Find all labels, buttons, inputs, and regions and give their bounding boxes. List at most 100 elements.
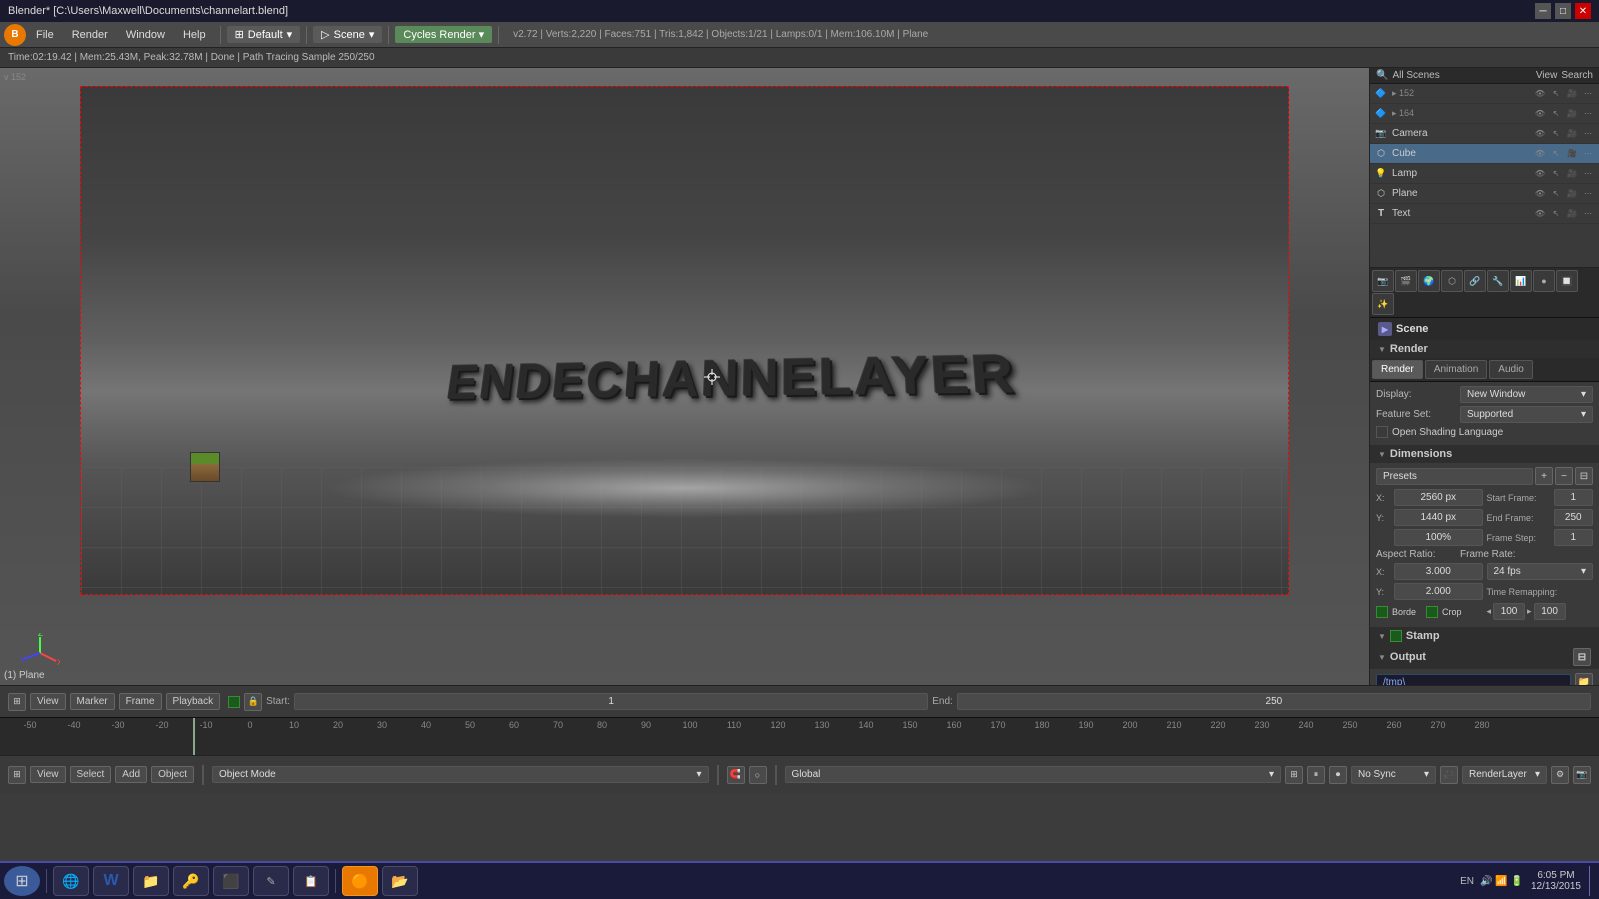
menu-window[interactable]: Window (118, 27, 173, 43)
vis-cursor[interactable]: ↖ (1549, 87, 1563, 101)
tab-world[interactable]: 🌍 (1418, 270, 1440, 292)
sync-dropdown[interactable]: No Sync ▾ (1351, 766, 1436, 784)
presets-remove-btn[interactable]: − (1555, 467, 1573, 485)
timeline-start[interactable]: 1 (294, 693, 928, 710)
layer-btn[interactable]: ⊞ (1285, 766, 1303, 784)
crop-checkbox[interactable] (1426, 606, 1438, 618)
vis-eye[interactable]: 👁 (1533, 147, 1547, 161)
res-percent-value[interactable]: 100% (1394, 529, 1483, 546)
outliner-item-text[interactable]: T Text 👁 ↖ 🎥 ⋯ (1370, 204, 1599, 224)
menu-render[interactable]: Render (64, 27, 116, 43)
borde-checkbox[interactable] (1376, 606, 1388, 618)
presets-add-btn[interactable]: + (1535, 467, 1553, 485)
taskbar-app5[interactable]: ⬛ (213, 866, 249, 896)
bottom-toggle-btn[interactable]: ⊞ (8, 766, 26, 784)
proportional-btn[interactable]: ○ (749, 766, 767, 784)
menu-file[interactable]: File (28, 27, 62, 43)
vis-eye[interactable]: 👁 (1533, 167, 1547, 181)
select-label[interactable]: Select (70, 766, 112, 783)
vis-more[interactable]: ⋯ (1581, 107, 1595, 121)
start-frame-value[interactable]: 1 (1554, 489, 1594, 506)
vis-eye[interactable]: 👁 (1533, 107, 1547, 121)
outliner-item-152[interactable]: 🔷 ▸ 152 👁 ↖ 🎥 ⋯ (1370, 84, 1599, 104)
vis-cursor[interactable]: ↖ (1549, 147, 1563, 161)
extra-btn[interactable]: ⚙ (1551, 766, 1569, 784)
tab-data[interactable]: 📊 (1510, 270, 1532, 292)
camera-view-btn[interactable]: 📷 (1573, 766, 1591, 784)
vis-render[interactable]: 🎥 (1565, 127, 1579, 141)
vis-cursor[interactable]: ↖ (1549, 107, 1563, 121)
tab-material[interactable]: ● (1533, 270, 1555, 292)
vis-render[interactable]: 🎥 (1565, 87, 1579, 101)
frame-step-value[interactable]: 1 (1554, 529, 1594, 546)
tab-particles[interactable]: ✨ (1372, 293, 1394, 315)
scrollbar-handle[interactable] (1583, 50, 1591, 66)
res-x-value[interactable]: 2560 px (1394, 489, 1483, 506)
play-anim-btn[interactable]: ⏸ (1307, 766, 1325, 784)
vis-cursor[interactable]: ↖ (1549, 187, 1563, 201)
output-path[interactable]: /tmp\ (1376, 674, 1571, 686)
stamp-enable-checkbox[interactable] (1390, 630, 1402, 642)
taskbar-app7[interactable]: 📋 (293, 866, 329, 896)
presets-dropdown[interactable]: Presets (1376, 468, 1533, 485)
output-section-header[interactable]: ▼ Output ⊟ (1370, 645, 1599, 669)
playback-btn[interactable]: Playback (166, 693, 221, 710)
global-dropdown[interactable]: Global ▾ (785, 766, 1282, 783)
minimize-button[interactable]: ─ (1535, 3, 1551, 19)
taskbar-word[interactable]: W (93, 866, 129, 896)
tab-scene[interactable]: 🎬 (1395, 270, 1417, 292)
vis-render[interactable]: 🎥 (1565, 207, 1579, 221)
tab-constraints[interactable]: 🔗 (1464, 270, 1486, 292)
taskbar-chrome[interactable]: 🌐 (53, 866, 89, 896)
search-btn[interactable]: Search (1561, 70, 1593, 81)
outliner-item-164[interactable]: 🔷 ▸ 164 👁 ↖ 🎥 ⋯ (1370, 104, 1599, 124)
dimensions-section-header[interactable]: ▼ Dimensions (1370, 445, 1599, 463)
tab-object[interactable]: ⬡ (1441, 270, 1463, 292)
vis-render[interactable]: 🎥 (1565, 187, 1579, 201)
end-frame-value[interactable]: 250 (1554, 509, 1594, 526)
timeline-bar[interactable]: -50 -40 -30 -20 -10 0 10 20 30 40 50 60 … (0, 717, 1599, 755)
vis-eye[interactable]: 👁 (1533, 207, 1547, 221)
mode-dropdown[interactable]: Object Mode ▾ (212, 766, 709, 783)
outliner-item-cube[interactable]: ⬡ Cube 👁 ↖ 🎥 ⋯ (1370, 144, 1599, 164)
taskbar-app4[interactable]: 🔑 (173, 866, 209, 896)
view-btn[interactable]: View (30, 693, 66, 710)
taskbar-app6[interactable]: ✎ (253, 866, 289, 896)
aspect-x-value[interactable]: 3.000 (1394, 563, 1483, 580)
time-remap-new[interactable]: 100 (1534, 603, 1566, 620)
close-button[interactable]: ✕ (1575, 3, 1591, 19)
vis-eye[interactable]: 👁 (1533, 87, 1547, 101)
scene-dropdown[interactable]: ▷ Scene ▾ (313, 26, 382, 43)
outliner-item-plane[interactable]: ⬡ Plane 👁 ↖ 🎥 ⋯ (1370, 184, 1599, 204)
snap-btn[interactable]: 🧲 (727, 766, 745, 784)
render-section-header[interactable]: ▼ Render (1370, 340, 1599, 358)
vis-render[interactable]: 🎥 (1565, 147, 1579, 161)
vis-eye[interactable]: 👁 (1533, 187, 1547, 201)
viewport[interactable]: ENDECHANNELAYER v 152 X Z (0, 68, 1369, 685)
start-button[interactable]: ⊞ (4, 866, 40, 896)
object-label[interactable]: Object (151, 766, 194, 783)
vis-cursor[interactable]: ↖ (1549, 127, 1563, 141)
outliner-item-camera[interactable]: 📷 Camera 👁 ↖ 🎥 ⋯ (1370, 124, 1599, 144)
taskbar-blender[interactable]: 🟠 (342, 866, 378, 896)
taskbar-fileexp[interactable]: 📂 (382, 866, 418, 896)
vis-more[interactable]: ⋯ (1581, 167, 1595, 181)
aspect-y-value[interactable]: 2.000 (1394, 583, 1483, 600)
viewport-toggle-btn[interactable]: ⊞ (8, 693, 26, 711)
play-checkbox[interactable] (228, 696, 240, 708)
time-remap-old[interactable]: 100 (1493, 603, 1525, 620)
presets-menu-btn[interactable]: ⊟ (1575, 467, 1593, 485)
outliner-item-lamp[interactable]: 💡 Lamp 👁 ↖ 🎥 ⋯ (1370, 164, 1599, 184)
vis-render[interactable]: 🎥 (1565, 107, 1579, 121)
vis-more[interactable]: ⋯ (1581, 147, 1595, 161)
taskbar-explorer[interactable]: 📁 (133, 866, 169, 896)
output-browse-btn[interactable]: 📁 (1575, 673, 1593, 685)
feature-set-dropdown[interactable]: Supported ▾ (1460, 406, 1593, 423)
osl-checkbox[interactable] (1376, 426, 1388, 438)
vis-eye[interactable]: 👁 (1533, 127, 1547, 141)
vis-more[interactable]: ⋯ (1581, 127, 1595, 141)
vis-cursor[interactable]: ↖ (1549, 207, 1563, 221)
render-engine-dropdown[interactable]: Cycles Render ▾ (395, 26, 492, 43)
tab-texture[interactable]: 🔲 (1556, 270, 1578, 292)
tab-modifiers[interactable]: 🔧 (1487, 270, 1509, 292)
